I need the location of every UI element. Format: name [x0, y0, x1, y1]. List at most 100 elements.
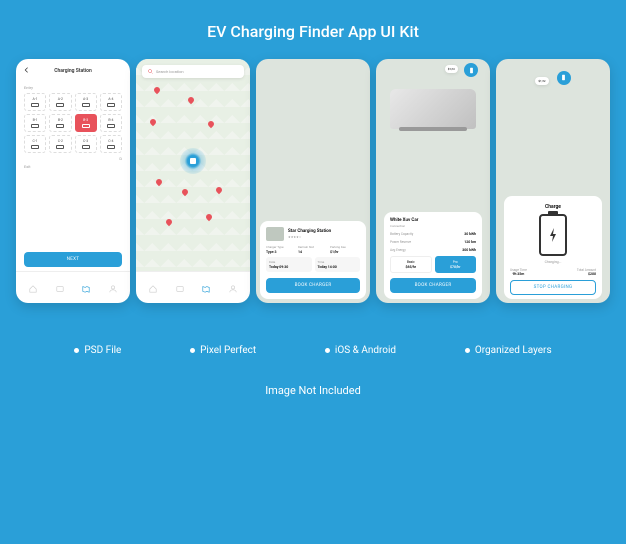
nav-wallet-icon[interactable] — [176, 278, 184, 297]
slot-b4[interactable]: B-4 — [100, 114, 122, 132]
time-picker[interactable]: Time Today 14:00 — [315, 257, 361, 272]
station-name: Star Charging Station — [288, 229, 331, 234]
battery-icon — [107, 145, 115, 149]
spec-label: Charger Type — [266, 245, 296, 249]
spec-value: 30 kWh — [464, 232, 476, 236]
spec-value: 14 — [298, 250, 328, 254]
bullet-icon — [74, 348, 79, 353]
time-value: Today 14:00 — [318, 265, 358, 269]
charging-status: Charging... — [510, 260, 596, 264]
feature-text: iOS & Android — [335, 345, 396, 356]
slot-b1[interactable]: B-1 — [24, 114, 46, 132]
footnote: Image Not Included — [0, 366, 626, 397]
feature-text: PSD File — [84, 345, 121, 356]
book-charger-button[interactable]: BOOK CHARGER — [390, 278, 476, 293]
slot-c2[interactable]: C-2 — [49, 135, 71, 153]
screen-charging: $1/hr Charge Charging... Usage Time9h 35… — [496, 59, 610, 303]
phone-row: Charging Station Entry A-1 A-2 A-3 A-4 B… — [0, 59, 626, 303]
screen-map: Search location — [136, 59, 250, 303]
plan-name: Pro — [439, 260, 473, 264]
battery-icon — [56, 103, 64, 107]
plan-pro[interactable]: Pro $70/hr — [435, 256, 477, 273]
bolt-icon — [548, 228, 558, 242]
screen-charging-station: Charging Station Entry A-1 A-2 A-3 A-4 B… — [16, 59, 130, 303]
station-thumbnail — [266, 227, 284, 241]
slot-b3-selected[interactable]: B-3 — [75, 114, 97, 132]
feature-text: Organized Layers — [475, 345, 552, 356]
date-picker[interactable]: Date Today 09:30 — [266, 257, 312, 272]
station-card: Star Charging Station ★★★★☆ Charger Type… — [260, 221, 366, 299]
spec-label: Avg Energy — [390, 248, 406, 252]
screen-car-detail: $1/hr White Xuv Car Connection Battery C… — [376, 59, 490, 303]
battery-marker-icon — [464, 63, 478, 77]
stop-charging-button[interactable]: STOP CHARGING — [510, 280, 596, 295]
stat-value: 9h 35m — [510, 272, 527, 276]
plan-name: Basic — [394, 260, 428, 264]
screen1-title: Charging Station — [30, 68, 116, 74]
spec-value: Type 3 — [266, 250, 296, 254]
nav-wallet-icon[interactable] — [56, 278, 64, 297]
search-input[interactable]: Search location — [142, 65, 244, 78]
spec-label: Battery Capacity — [390, 232, 413, 236]
car-image — [390, 89, 476, 129]
plan-price: $65/hr — [394, 265, 428, 269]
feature-item: Organized Layers — [465, 345, 552, 356]
slot-c3[interactable]: C-3 — [75, 135, 97, 153]
nav-home-icon[interactable] — [149, 278, 157, 297]
slot-c1[interactable]: C-1 — [24, 135, 46, 153]
slot-b2[interactable]: B-2 — [49, 114, 71, 132]
stat-value: $200 — [577, 272, 596, 276]
battery-large-icon — [539, 214, 567, 256]
battery-icon — [56, 124, 64, 128]
nav-map-icon[interactable] — [202, 278, 210, 297]
feature-item: iOS & Android — [325, 345, 396, 356]
car-name: White Xuv Car — [390, 218, 476, 223]
feature-text: Pixel Perfect — [200, 345, 256, 356]
battery-icon — [82, 124, 90, 128]
battery-icon — [56, 145, 64, 149]
battery-icon — [107, 124, 115, 128]
page-title: EV Charging Finder App UI Kit — [0, 0, 626, 59]
slot-a4[interactable]: A-4 — [100, 93, 122, 111]
battery-icon — [31, 145, 39, 149]
battery-icon — [82, 103, 90, 107]
station-rating: ★★★★☆ — [288, 235, 331, 239]
spec-value: 300 kWh — [462, 248, 476, 252]
slot-c4[interactable]: C-4 — [100, 135, 122, 153]
feature-list: PSD File Pixel Perfect iOS & Android Org… — [0, 303, 626, 366]
rate-badge: $1/hr — [445, 65, 458, 73]
bottom-nav — [16, 271, 130, 303]
bullet-icon — [325, 348, 330, 353]
charge-title: Charge — [510, 204, 596, 210]
slot-a1[interactable]: A-1 — [24, 93, 46, 111]
time-label: Time — [318, 260, 358, 264]
nav-map-icon[interactable] — [82, 278, 90, 297]
battery-icon — [82, 145, 90, 149]
bullet-icon — [465, 348, 470, 353]
plug-icon — [188, 156, 198, 166]
nav-profile-icon[interactable] — [229, 278, 237, 297]
battery-icon — [31, 124, 39, 128]
book-charger-button[interactable]: BOOK CHARGER — [266, 278, 360, 293]
nav-profile-icon[interactable] — [109, 278, 117, 297]
spec-label: Remain Slot — [298, 245, 328, 249]
search-placeholder: Search location — [156, 69, 184, 74]
slot-a2[interactable]: A-2 — [49, 93, 71, 111]
bullet-icon — [190, 348, 195, 353]
spec-value: 120 km — [464, 240, 476, 244]
battery-icon — [107, 103, 115, 107]
car-subtitle: Connection — [390, 224, 476, 228]
d-label: D — [24, 156, 122, 161]
feature-item: PSD File — [74, 345, 121, 356]
rate-badge: $1/hr — [535, 77, 548, 85]
feature-item: Pixel Perfect — [190, 345, 256, 356]
screen-station-detail: Star Charging Station ★★★★☆ Charger Type… — [256, 59, 370, 303]
plan-basic[interactable]: Basic $65/hr — [390, 256, 432, 273]
spec-label: Power Reserve — [390, 240, 411, 244]
next-button[interactable]: NEXT — [24, 252, 122, 267]
current-location-marker[interactable] — [180, 148, 206, 174]
spec-label: Parking Fee — [330, 245, 360, 249]
nav-home-icon[interactable] — [29, 278, 37, 297]
battery-marker-icon — [557, 71, 571, 85]
slot-a3[interactable]: A-3 — [75, 93, 97, 111]
